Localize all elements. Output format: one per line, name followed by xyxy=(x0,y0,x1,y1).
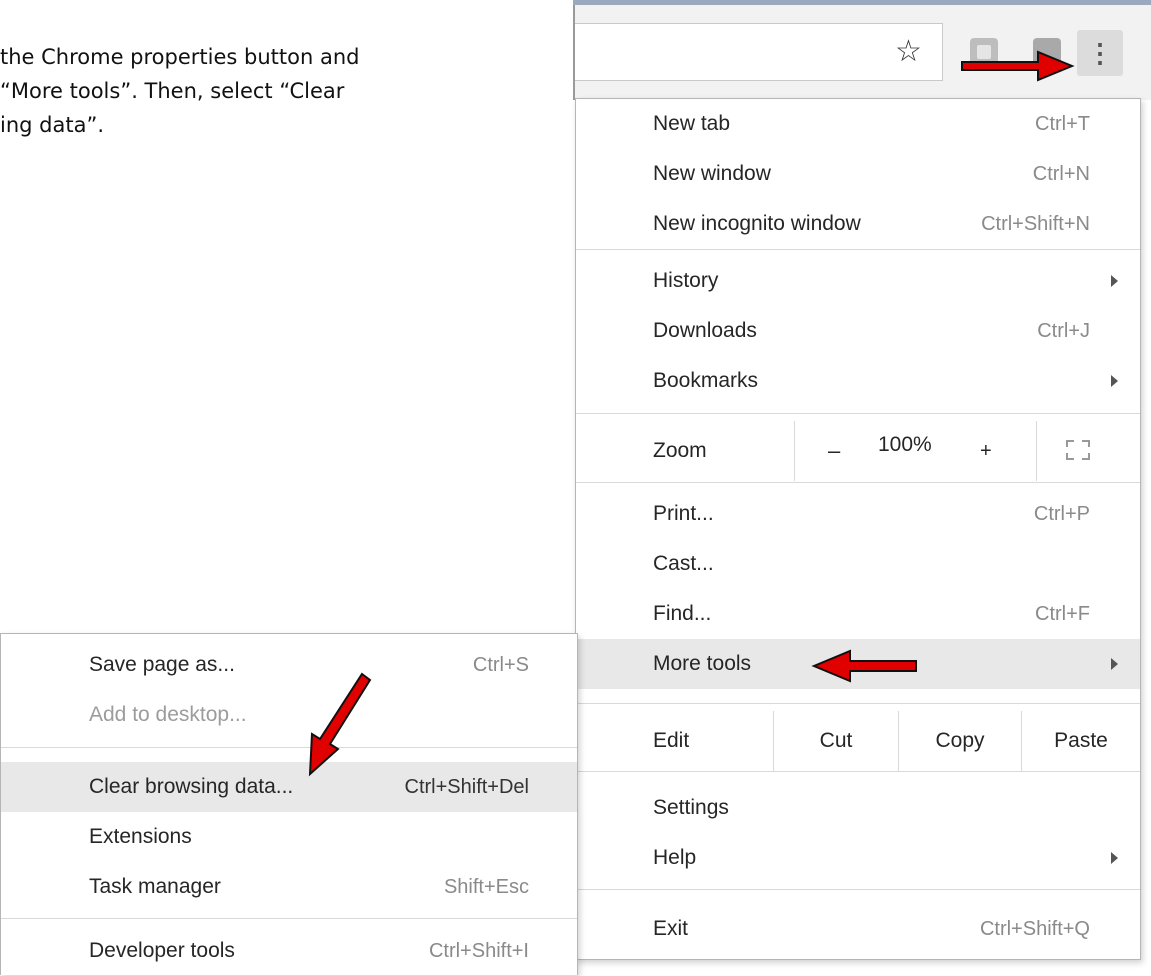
menu-item-label: Help xyxy=(653,846,697,869)
menu-item-find[interactable]: Find... Ctrl+F xyxy=(576,589,1140,639)
submenu-arrow-icon xyxy=(1111,852,1118,864)
menu-item-label: History xyxy=(653,269,719,292)
menu-item-label: New incognito window xyxy=(653,212,861,235)
shortcut-label: Ctrl+P xyxy=(1033,503,1090,525)
submenu-item-add-to-desktop: Add to desktop... xyxy=(1,690,577,740)
shortcut-label: Ctrl+Shift+Del xyxy=(404,776,530,798)
menu-item-label: New tab xyxy=(653,112,731,135)
cut-button[interactable]: Cut xyxy=(774,711,898,771)
menu-divider xyxy=(1,747,577,748)
menu-item-zoom: Zoom – 100% + xyxy=(576,421,1140,481)
menu-divider xyxy=(1,918,577,919)
menu-divider xyxy=(576,413,1140,414)
menu-item-edit: Edit Cut Copy Paste xyxy=(576,711,1140,771)
submenu-item-save-page-as[interactable]: Save page as... Ctrl+S xyxy=(1,640,577,690)
chrome-menu-button[interactable]: ⋮ xyxy=(1077,30,1123,76)
menu-item-label: Exit xyxy=(653,917,689,940)
menu-item-new-tab[interactable]: New tab Ctrl+T xyxy=(576,99,1140,149)
shortcut-label: Ctrl+Shift+Q xyxy=(979,918,1090,940)
submenu-item-extensions[interactable]: Extensions xyxy=(1,812,577,862)
zoom-divider xyxy=(1036,421,1037,481)
shortcut-label: Ctrl+F xyxy=(1035,603,1090,625)
menu-item-label: Add to desktop... xyxy=(89,703,247,726)
star-icon[interactable]: ☆ xyxy=(895,34,922,69)
shortcut-label: Ctrl+Shift+I xyxy=(428,940,529,962)
more-tools-submenu: Save page as... Ctrl+S Add to desktop...… xyxy=(0,633,578,975)
menu-item-label: Zoom xyxy=(653,439,707,462)
copy-button[interactable]: Copy xyxy=(899,711,1021,771)
menu-item-new-incognito-window[interactable]: New incognito window Ctrl+Shift+N xyxy=(576,199,1140,249)
three-dots-vertical-icon: ⋮ xyxy=(1087,38,1113,68)
menu-item-new-window[interactable]: New window Ctrl+N xyxy=(576,149,1140,199)
address-bar[interactable]: ☆ xyxy=(575,23,943,81)
shortcut-label: Shift+Esc xyxy=(443,876,529,898)
instruction-text: the Chrome properties button and “More t… xyxy=(0,40,560,142)
instruction-line-2: “More tools”. Then, select “Clear xyxy=(0,79,345,103)
annotation-arrow-icon xyxy=(811,649,917,683)
shortcut-label: Ctrl+Shift+N xyxy=(981,213,1090,235)
menu-item-print[interactable]: Print... Ctrl+P xyxy=(576,489,1140,539)
submenu-item-developer-tools[interactable]: Developer tools Ctrl+Shift+I xyxy=(1,926,577,976)
submenu-arrow-icon xyxy=(1111,658,1118,670)
menu-item-label: Settings xyxy=(653,796,729,819)
menu-divider xyxy=(576,771,1140,772)
instruction-line-3: ing data”. xyxy=(0,113,105,137)
submenu-item-clear-browsing-data[interactable]: Clear browsing data... Ctrl+Shift+Del xyxy=(1,762,577,812)
menu-item-cast[interactable]: Cast... xyxy=(576,539,1140,589)
menu-item-label: Clear browsing data... xyxy=(89,775,294,798)
menu-item-exit[interactable]: Exit Ctrl+Shift+Q xyxy=(576,904,1140,954)
submenu-arrow-icon xyxy=(1111,375,1118,387)
zoom-out-button[interactable]: – xyxy=(828,421,840,481)
menu-item-history[interactable]: History xyxy=(576,256,1140,306)
menu-item-label: Find... xyxy=(653,602,712,625)
submenu-item-task-manager[interactable]: Task manager Shift+Esc xyxy=(1,862,577,912)
shortcut-label: Ctrl+T xyxy=(1035,113,1090,135)
menu-item-label: New window xyxy=(653,162,771,185)
zoom-level: 100% xyxy=(878,433,932,456)
menu-item-label: Bookmarks xyxy=(653,369,759,392)
menu-item-label: More tools xyxy=(653,652,752,675)
paste-button[interactable]: Paste xyxy=(1022,711,1140,771)
menu-item-settings[interactable]: Settings xyxy=(576,783,1140,833)
menu-item-label: Cast... xyxy=(653,552,714,575)
shortcut-label: Ctrl+N xyxy=(1032,163,1090,185)
menu-item-help[interactable]: Help xyxy=(576,833,1140,883)
zoom-divider xyxy=(794,421,795,481)
annotation-arrow-icon xyxy=(961,50,1075,82)
fullscreen-icon[interactable] xyxy=(1066,440,1090,460)
menu-item-label: Developer tools xyxy=(89,939,235,962)
shortcut-label: Ctrl+J xyxy=(1037,320,1090,342)
menu-item-label: Print... xyxy=(653,502,714,525)
menu-divider xyxy=(576,703,1140,704)
menu-divider xyxy=(576,482,1140,483)
chrome-main-menu: New tab Ctrl+T New window Ctrl+N New inc… xyxy=(575,98,1141,960)
menu-item-downloads[interactable]: Downloads Ctrl+J xyxy=(576,306,1140,356)
annotation-arrow-icon xyxy=(308,672,372,777)
shortcut-label: Ctrl+S xyxy=(472,654,529,676)
menu-item-label: Edit xyxy=(653,729,690,752)
menu-item-label: Downloads xyxy=(653,319,757,342)
instruction-line-1: the Chrome properties button and xyxy=(0,45,360,69)
menu-item-label: Task manager xyxy=(89,875,221,898)
zoom-in-button[interactable]: + xyxy=(980,421,992,481)
menu-item-bookmarks[interactable]: Bookmarks xyxy=(576,356,1140,406)
menu-divider xyxy=(576,889,1140,890)
submenu-arrow-icon xyxy=(1111,275,1118,287)
menu-divider xyxy=(576,249,1140,250)
menu-item-label: Extensions xyxy=(89,825,192,848)
menu-item-label: Save page as... xyxy=(89,653,235,676)
